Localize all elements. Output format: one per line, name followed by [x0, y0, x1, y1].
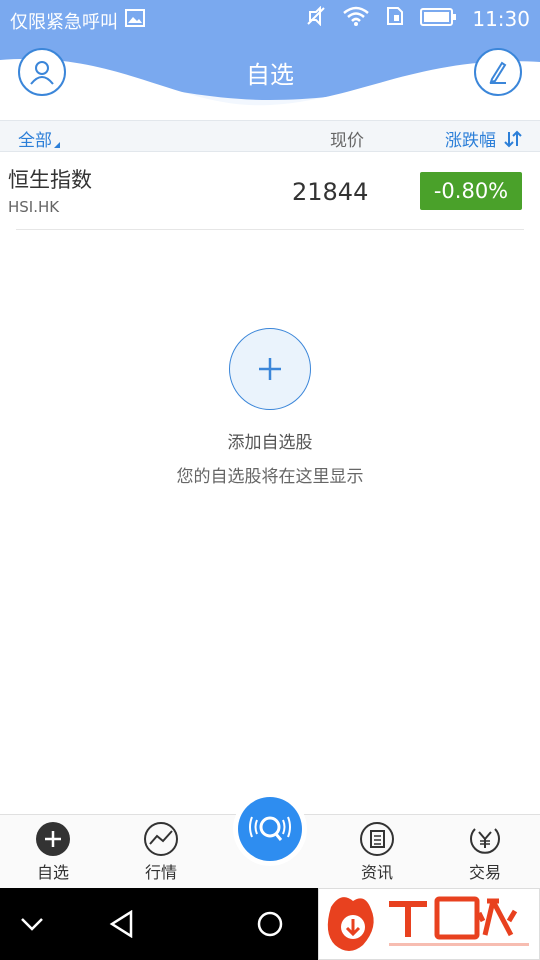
- stock-name: 恒生指数: [8, 168, 92, 192]
- mute-icon: [306, 5, 326, 31]
- voice-search-icon: [249, 816, 291, 841]
- clock: 11:30: [472, 6, 530, 31]
- tab-news[interactable]: 资讯: [332, 821, 422, 883]
- list-column-header: 全部 现价 涨跌幅: [0, 120, 540, 152]
- nav-home-button[interactable]: [248, 888, 292, 960]
- edit-icon: [489, 61, 507, 84]
- news-icon: [360, 822, 394, 856]
- tab-trade[interactable]: 交易: [440, 821, 530, 883]
- image-icon: [125, 9, 145, 32]
- page-title: 自选: [246, 61, 294, 89]
- voice-search-button[interactable]: [233, 792, 307, 866]
- voice-search-button-inner: [238, 797, 302, 861]
- profile-button[interactable]: [18, 48, 66, 96]
- status-bar: 仅限紧急呼叫 11:30: [0, 0, 540, 38]
- sim-icon: [386, 6, 404, 31]
- empty-state-subtitle: 您的自选股将在这里显示: [176, 467, 364, 487]
- plus-icon: [259, 358, 281, 380]
- plus-circle-icon: [36, 822, 70, 856]
- column-change-label: 涨跌幅: [445, 131, 496, 151]
- sort-icon: [504, 130, 522, 147]
- tab-trade-label: 交易: [468, 863, 501, 882]
- stock-code: HSI.HK: [8, 198, 60, 216]
- nav-back-button[interactable]: [100, 888, 144, 960]
- home-circle-icon: [257, 911, 283, 937]
- back-triangle-icon: [109, 910, 133, 938]
- watermark-logo: [318, 888, 540, 960]
- empty-state-title: 添加自选股: [227, 433, 313, 453]
- tab-market-label: 行情: [144, 863, 177, 882]
- carrier-text: 仅限紧急呼叫: [10, 12, 118, 33]
- user-icon: [30, 61, 54, 85]
- battery-icon: [420, 7, 457, 31]
- header-bar: 仅限紧急呼叫 11:30 自选: [0, 0, 540, 120]
- yen-icon: [470, 828, 500, 854]
- filter-all-dropdown[interactable]: 全部: [18, 126, 60, 151]
- wifi-icon: [342, 6, 370, 31]
- edit-button[interactable]: [474, 48, 522, 96]
- stock-price: 21844: [292, 178, 369, 206]
- row-divider: [16, 229, 524, 230]
- column-price: 现价: [330, 131, 364, 151]
- add-stock-button[interactable]: [229, 328, 311, 410]
- status-icons: 11:30: [306, 5, 530, 31]
- tab-market[interactable]: 行情: [116, 821, 206, 883]
- sort-change-button[interactable]: 涨跌幅: [445, 126, 522, 151]
- tab-watchlist[interactable]: 自选: [8, 821, 98, 883]
- filter-all-label: 全部: [18, 131, 52, 151]
- dropdown-triangle-icon: [54, 142, 60, 148]
- chart-icon: [144, 822, 178, 856]
- tab-news-label: 资讯: [360, 863, 393, 882]
- nav-collapse-button[interactable]: [10, 888, 54, 960]
- watermark-logo-image: [327, 896, 529, 951]
- table-row[interactable]: 恒生指数 HSI.HK 21844 -0.80%: [0, 152, 540, 230]
- tab-watchlist-label: 自选: [36, 863, 69, 882]
- chevron-down-icon: [21, 918, 43, 931]
- change-badge[interactable]: -0.80%: [420, 172, 522, 210]
